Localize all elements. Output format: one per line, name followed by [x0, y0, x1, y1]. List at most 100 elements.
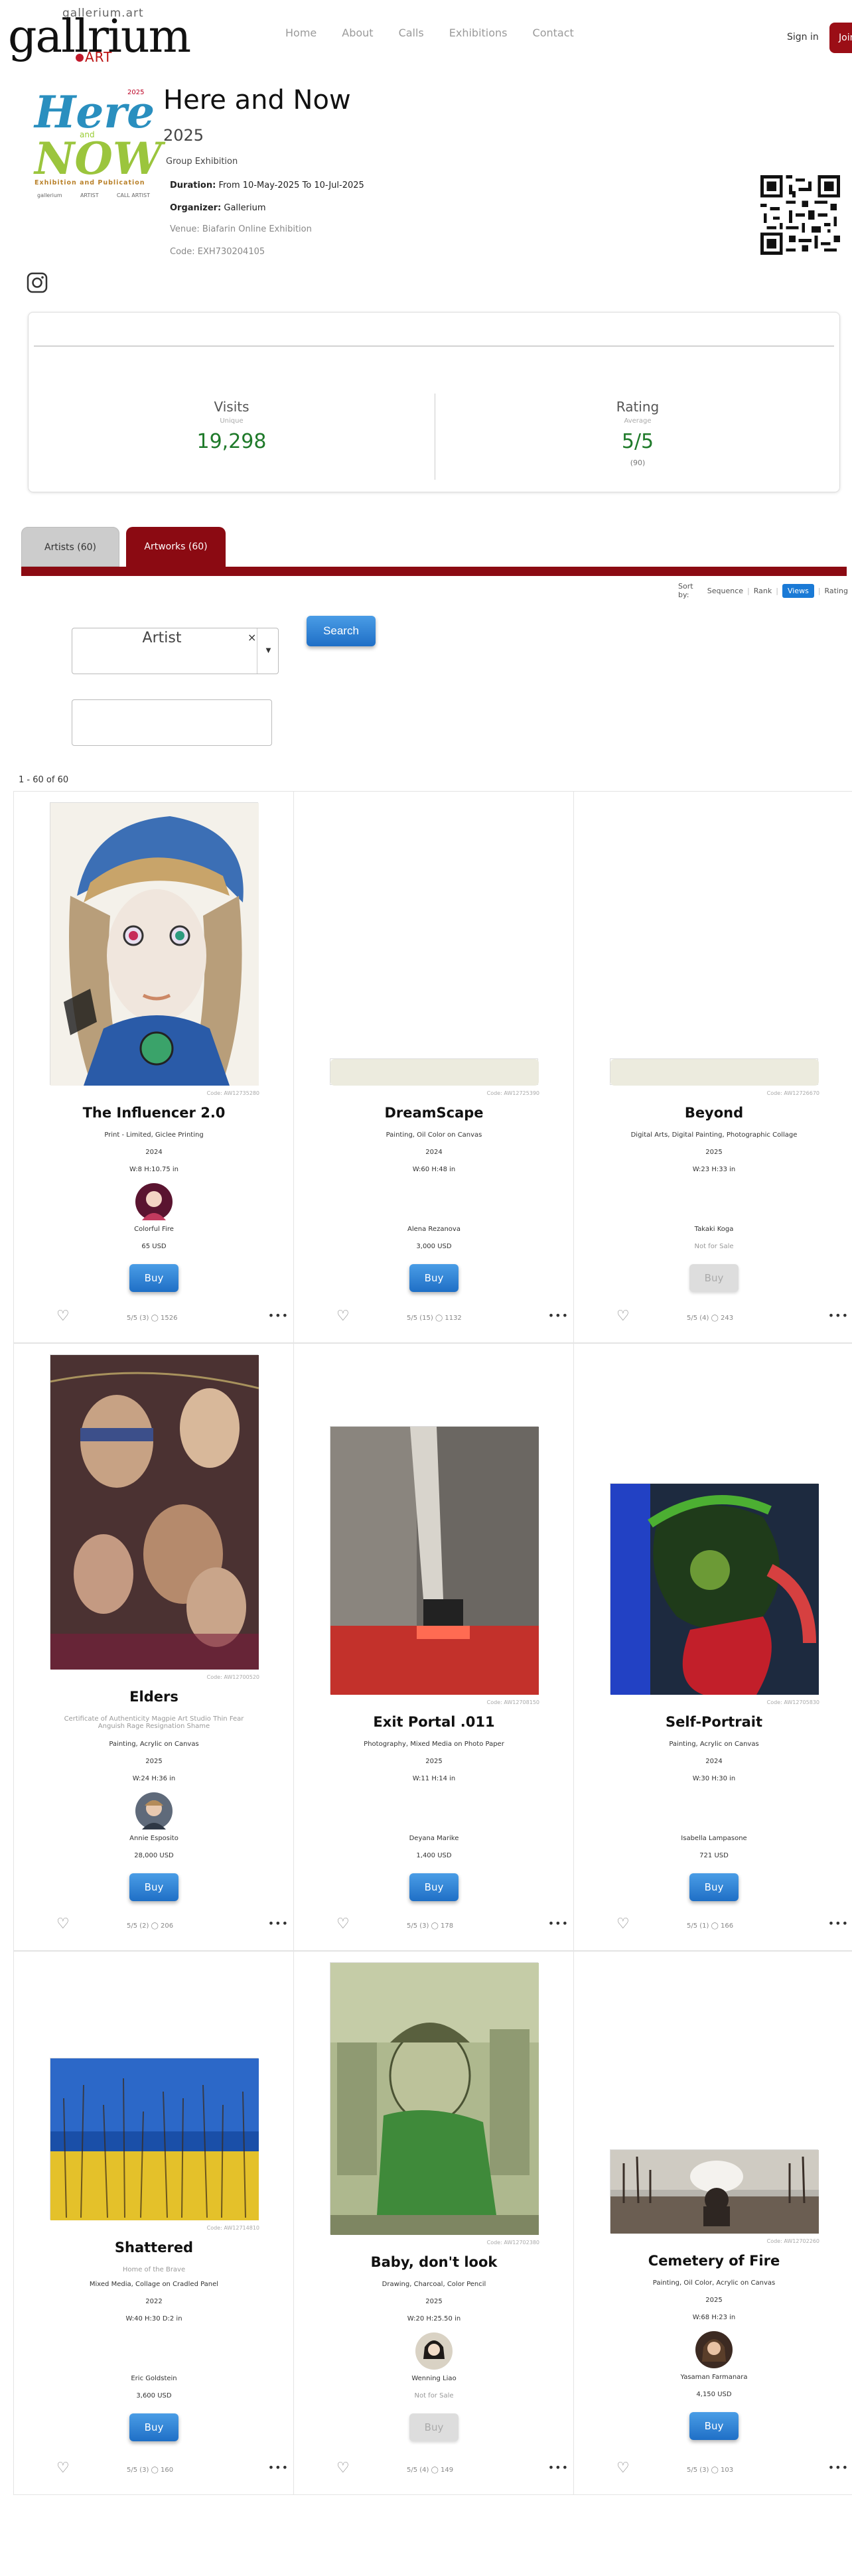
heart-icon[interactable]: ♡	[336, 2460, 350, 2476]
artwork-image[interactable]	[50, 802, 259, 1086]
buy-button[interactable]: Buy	[409, 2413, 459, 2441]
artist-name[interactable]: Wenning Liao	[294, 2375, 574, 2382]
artwork-price: 721 USD	[699, 1852, 729, 1859]
signin-link[interactable]: Sign in	[787, 32, 819, 42]
artist-name[interactable]: Takaki Koga	[574, 1226, 852, 1233]
artwork-image[interactable]	[50, 2058, 259, 2220]
buy-button[interactable]: Buy	[409, 1873, 459, 1901]
artist-name[interactable]: Deyana Marike	[294, 1835, 574, 1842]
clear-icon[interactable]: ×	[248, 631, 256, 644]
exhibition-title: Here and Now	[163, 85, 351, 115]
artwork-title[interactable]: Elders	[14, 1689, 294, 1705]
artwork-image[interactable]	[610, 1058, 819, 1086]
artwork-title[interactable]: Beyond	[574, 1105, 852, 1121]
artist-avatar[interactable]	[135, 1792, 173, 1829]
heart-icon[interactable]: ♡	[616, 1916, 630, 1932]
nav-about[interactable]: About	[342, 27, 373, 39]
artist-name[interactable]: Alena Rezanova	[294, 1226, 574, 1233]
site-logo[interactable]: gallerium.art gallrium ART	[8, 7, 191, 66]
artist-name[interactable]: Colorful Fire	[14, 1226, 294, 1233]
artwork-title[interactable]: The Influencer 2.0	[14, 1105, 294, 1121]
artwork-title[interactable]: Baby, don't look	[294, 2254, 574, 2270]
artist-filter-select[interactable]: Artist × ▼	[72, 628, 279, 674]
artist-name[interactable]: Yasaman Farmanara	[574, 2374, 852, 2381]
artwork-title[interactable]: DreamScape	[294, 1105, 574, 1121]
buy-button[interactable]: Buy	[129, 1873, 178, 1901]
more-options-icon[interactable]: •••	[548, 1917, 569, 1930]
sort-rating[interactable]: Rating	[825, 587, 848, 595]
heart-icon[interactable]: ♡	[616, 2460, 630, 2476]
nav-exhibitions[interactable]: Exhibitions	[449, 27, 508, 39]
artwork-card[interactable]: Code: AW12705830 Self-Portrait Painting, A…	[573, 1343, 852, 1951]
nav-home[interactable]: Home	[285, 27, 317, 39]
artwork-code: Code: AW12735280	[206, 1090, 259, 1096]
keyword-filter-input[interactable]	[72, 699, 272, 746]
artwork-card[interactable]: Code: AW12702380 Baby, don't look Drawing,…	[293, 1951, 575, 2495]
venue-link[interactable]: Biafarin Online Exhibition	[202, 224, 312, 234]
heart-icon[interactable]: ♡	[336, 1308, 350, 1324]
artwork-title[interactable]: Shattered	[14, 2240, 294, 2255]
buy-button[interactable]: Buy	[409, 1264, 459, 1292]
artist-name[interactable]: Isabella Lampasone	[574, 1835, 852, 1842]
heart-icon[interactable]: ♡	[56, 2460, 70, 2476]
buy-button[interactable]: Buy	[129, 1264, 178, 1292]
heart-icon[interactable]: ♡	[616, 1308, 630, 1324]
more-options-icon[interactable]: •••	[828, 2461, 849, 2474]
artwork-image[interactable]	[50, 1354, 259, 1670]
search-button[interactable]: Search	[307, 616, 376, 646]
artwork-title[interactable]: Exit Portal .011	[294, 1714, 574, 1730]
artwork-price: Not for Sale	[694, 1243, 734, 1250]
artwork-card[interactable]: Code: AW12700520 Elders Certificate of Aut…	[13, 1343, 295, 1951]
artwork-card[interactable]: Code: AW12735280 The Influencer 2.0 Print …	[13, 791, 295, 1343]
buy-button[interactable]: Buy	[689, 1264, 739, 1292]
artwork-image[interactable]	[330, 1962, 539, 2235]
tab-artworks[interactable]: Artworks (60)	[126, 527, 226, 567]
nav-calls[interactable]: Calls	[399, 27, 424, 39]
artwork-title[interactable]: Self-Portrait	[574, 1714, 852, 1730]
artwork-price: 65 USD	[141, 1243, 167, 1250]
artwork-card[interactable]: Code: AW12708150 Exit Portal .011 Photogra…	[293, 1343, 575, 1951]
chevron-down-icon[interactable]: ▼	[257, 628, 279, 674]
sort-rank[interactable]: Rank	[754, 587, 772, 595]
sort-views[interactable]: Views	[782, 583, 814, 598]
nav-contact[interactable]: Contact	[533, 27, 574, 39]
sort-sequence[interactable]: Sequence	[707, 587, 743, 595]
heart-icon[interactable]: ♡	[56, 1916, 70, 1932]
artist-name[interactable]: Annie Esposito	[14, 1835, 294, 1842]
artist-avatar[interactable]	[415, 2332, 453, 2370]
tab-artists[interactable]: Artists (60)	[21, 527, 119, 567]
more-options-icon[interactable]: •••	[268, 2461, 289, 2474]
rating-stat: Rating Average 5/5 (90)	[435, 399, 841, 467]
poster-logo: gallerium	[37, 192, 62, 198]
artwork-rating-views: 5/5 (3) ◯ 103	[687, 2467, 734, 2474]
more-options-icon[interactable]: •••	[828, 1917, 849, 1930]
artist-avatar[interactable]	[135, 1183, 173, 1220]
join-button[interactable]: Join	[829, 23, 852, 53]
artwork-title[interactable]: Cemetery of Fire	[574, 2253, 852, 2269]
artwork-image[interactable]	[330, 1058, 539, 1086]
more-options-icon[interactable]: •••	[548, 2461, 569, 2474]
more-options-icon[interactable]: •••	[548, 1309, 569, 1322]
artwork-card[interactable]: Code: AW12725390 DreamScape Painting, Oil …	[293, 791, 575, 1343]
artwork-image[interactable]	[610, 2149, 819, 2234]
artist-avatar[interactable]	[695, 2331, 733, 2368]
artwork-image[interactable]	[610, 1483, 819, 1695]
artwork-card[interactable]: Code: AW12702260 Cemetery of Fire Painting…	[573, 1951, 852, 2495]
buy-button[interactable]: Buy	[689, 2412, 739, 2440]
artwork-image[interactable]	[330, 1426, 539, 1695]
artwork-year: 2024	[705, 1758, 723, 1765]
more-options-icon[interactable]: •••	[268, 1309, 289, 1322]
artwork-card[interactable]: Code: AW12726670 Beyond Digital Arts, Digi…	[573, 791, 852, 1343]
exhibition-stats-panel: Visits Unique 19,298 Rating Average 5/5 …	[28, 312, 840, 492]
more-options-icon[interactable]: •••	[828, 1309, 849, 1322]
artwork-year: 2024	[425, 1149, 443, 1156]
artwork-size: W:20 H:25.50 in	[407, 2315, 461, 2323]
artwork-card[interactable]: Code: AW12714810 Shattered Home of the Bra…	[13, 1951, 295, 2495]
more-options-icon[interactable]: •••	[268, 1917, 289, 1930]
buy-button[interactable]: Buy	[129, 2413, 178, 2441]
buy-button[interactable]: Buy	[689, 1873, 739, 1901]
artist-name[interactable]: Eric Goldstein	[14, 2375, 294, 2382]
heart-icon[interactable]: ♡	[336, 1916, 350, 1932]
heart-icon[interactable]: ♡	[56, 1308, 70, 1324]
instagram-icon[interactable]	[27, 272, 48, 293]
